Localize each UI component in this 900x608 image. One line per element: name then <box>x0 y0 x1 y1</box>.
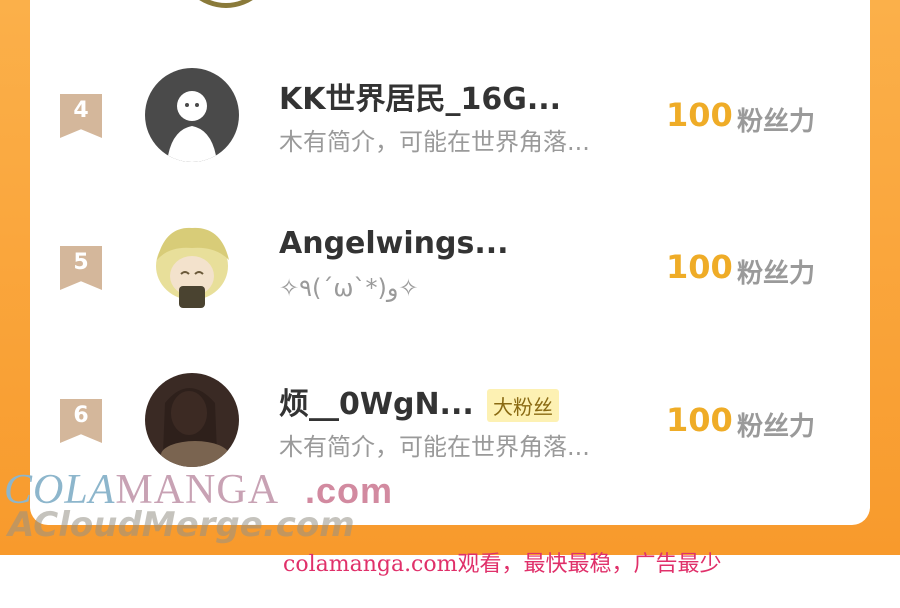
ranking-card: 4 KK世界居民_16G... 木有简介，可能在世界角落... 100 粉丝力 … <box>30 0 870 525</box>
watermark-line-2: ACloudMerge.com <box>8 505 355 545</box>
footer-text: colamanga.com观看，最快最稳，广告最少 <box>283 552 722 577</box>
list-item[interactable]: 5 Angelwings... ✧٩(ˊωˋ*)و✧ 100 粉丝力 <box>30 220 870 320</box>
rank-badge: 6 <box>60 399 102 443</box>
previous-avatar[interactable] <box>177 0 275 8</box>
username[interactable]: KK世界居民_16G... <box>279 74 561 118</box>
fan-score: 100 <box>666 401 733 439</box>
photo-avatar-icon <box>145 373 239 467</box>
fan-score: 100 <box>666 248 733 286</box>
avatar[interactable] <box>145 220 239 314</box>
fan-score-unit: 粉丝力 <box>737 412 816 442</box>
user-description: 木有简介，可能在世界角落... <box>279 128 590 156</box>
rank-badge: 5 <box>60 246 102 290</box>
list-item[interactable]: 6 烦__0WgN... 大粉丝 木有简介，可能在世界角落... 100 粉丝力 <box>30 373 870 473</box>
rank-badge: 4 <box>60 94 102 138</box>
username[interactable]: 烦__0WgN... <box>279 379 474 423</box>
avatar[interactable] <box>145 68 239 162</box>
user-description: 木有简介，可能在世界角落... <box>279 433 590 461</box>
fan-score-unit: 粉丝力 <box>737 259 816 289</box>
anime-avatar-icon <box>145 220 239 314</box>
fan-score: 100 <box>666 96 733 134</box>
default-avatar-icon <box>145 68 239 162</box>
user-description: ✧٩(ˊωˋ*)و✧ <box>279 274 419 302</box>
username[interactable]: Angelwings... <box>279 226 509 261</box>
fan-score-unit: 粉丝力 <box>737 107 816 137</box>
big-fan-badge: 大粉丝 <box>487 389 559 422</box>
list-item[interactable]: 4 KK世界居民_16G... 木有简介，可能在世界角落... 100 粉丝力 <box>30 68 870 168</box>
avatar[interactable] <box>145 373 239 467</box>
